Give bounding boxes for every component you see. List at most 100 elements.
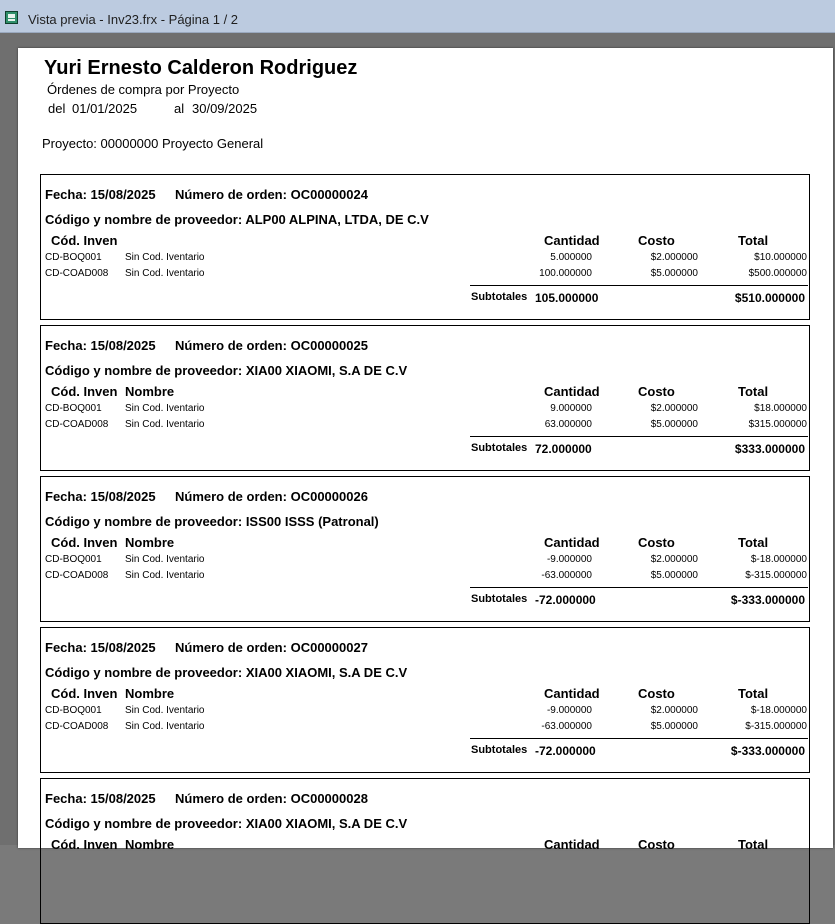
order-date: Fecha: 15/08/2025 — [45, 640, 156, 655]
order-block: Fecha: 15/08/2025 Número de orden: OC0000… — [40, 174, 810, 320]
order-number: Número de orden: OC00000024 — [175, 187, 368, 202]
subtotal-quantity: -72.000000 — [535, 744, 596, 758]
date-value: 15/08/2025 — [90, 338, 156, 353]
from-date: 01/01/2025 — [72, 101, 138, 116]
col-header-code: Cód. Inven — [51, 233, 118, 248]
item-total: $500.000000 — [748, 268, 807, 279]
item-total: $10.000000 — [754, 252, 807, 263]
item-total: $-18.000000 — [750, 705, 807, 716]
item-quantity: -63.000000 — [541, 721, 592, 732]
col-header-code: Cód. Inven — [51, 384, 118, 399]
item-total: $315.000000 — [748, 419, 807, 430]
item-quantity: 9.000000 — [550, 403, 592, 414]
order-date: Fecha: 15/08/2025 — [45, 791, 156, 806]
window-titlebar[interactable]: Vista previa - Inv23.frx - Página 1 / 2 — [0, 0, 835, 33]
subtotal-divider — [470, 285, 808, 286]
order-number: Número de orden: OC00000027 — [175, 640, 368, 655]
subtotal-total: $-333.000000 — [730, 744, 805, 758]
date-value: 15/08/2025 — [90, 187, 156, 202]
subtotal-total: $-333.000000 — [730, 593, 805, 607]
subtotal-label: Subtotales — [471, 291, 528, 303]
supplier-label: Código y nombre de proveedor: — [45, 212, 243, 227]
order-number-label: Número de orden: — [175, 489, 287, 504]
item-total: $-315.000000 — [745, 721, 807, 732]
order-number-value: OC00000024 — [290, 187, 368, 202]
subtotal-label: Subtotales — [471, 744, 528, 756]
report-subtitle: Órdenes de compra por Proyecto — [47, 82, 240, 97]
date-value: 15/08/2025 — [90, 640, 156, 655]
item-cost: $5.000000 — [650, 268, 698, 279]
item-quantity: -9.000000 — [546, 554, 592, 565]
report-page: Yuri Ernesto Calderon Rodriguez Órdenes … — [18, 48, 833, 924]
from-label: del — [48, 101, 66, 116]
col-header-quantity: Cantidad — [544, 535, 600, 550]
supplier-line: Código y nombre de proveedor: XIA00 XIAO… — [45, 363, 407, 378]
item-code: CD-BOQ001 — [45, 705, 102, 716]
item-cost: $5.000000 — [650, 570, 698, 581]
supplier-line: Código y nombre de proveedor: XIA00 XIAO… — [45, 816, 407, 831]
report-company: Yuri Ernesto Calderon Rodriguez — [44, 57, 358, 79]
order-number-value: OC00000026 — [290, 489, 368, 504]
order-number-label: Número de orden: — [175, 187, 287, 202]
col-header-total: Total — [738, 384, 769, 399]
col-header-quantity: Cantidad — [544, 384, 600, 399]
col-header-cost: Costo — [638, 535, 675, 550]
order-number-label: Número de orden: — [175, 338, 287, 353]
col-header-code: Cód. Inven — [51, 686, 118, 701]
date-value: 15/08/2025 — [90, 791, 156, 806]
subtotal-divider — [470, 738, 808, 739]
order-block: Fecha: 15/08/2025 Número de orden: OC0000… — [40, 778, 810, 924]
item-code: CD-BOQ001 — [45, 554, 102, 565]
supplier-line: Código y nombre de proveedor: ALP00 ALPI… — [45, 212, 429, 227]
supplier-label: Código y nombre de proveedor: — [45, 363, 243, 378]
supplier-line: Código y nombre de proveedor: XIA00 XIAO… — [45, 665, 407, 680]
col-header-code: Cód. Inven — [51, 535, 118, 550]
item-name: Sin Cod. Iventario — [125, 403, 205, 414]
date-value: 15/08/2025 — [90, 489, 156, 504]
to-label: al — [174, 101, 185, 116]
item-quantity: 100.000000 — [539, 268, 592, 279]
col-header-name: Nombre — [125, 686, 175, 701]
item-cost: $2.000000 — [650, 554, 698, 565]
order-number-value: OC00000027 — [290, 640, 368, 655]
subtotal-label: Subtotales — [471, 442, 528, 454]
item-quantity: 5.000000 — [550, 252, 592, 263]
item-name: Sin Cod. Iventario — [125, 705, 205, 716]
item-name: Sin Cod. Iventario — [125, 570, 205, 581]
table-row: CD-COAD008 Sin Cod. Iventario -63.000000 $5… — [41, 570, 809, 586]
table-row: CD-BOQ001 Sin Cod. Iventario 5.000000 $2.00… — [41, 252, 809, 268]
table-row: CD-BOQ001 Sin Cod. Iventario 9.000000 $2.00… — [41, 403, 809, 419]
subtotal-label: Subtotales — [471, 593, 528, 605]
order-number-value: OC00000025 — [290, 338, 368, 353]
supplier-label: Código y nombre de proveedor: — [45, 816, 243, 831]
supplier-label: Código y nombre de proveedor: — [45, 665, 243, 680]
supplier-line: Código y nombre de proveedor: ISS00 ISSS… — [45, 514, 379, 529]
order-block: Fecha: 15/08/2025 Número de orden: OC0000… — [40, 476, 810, 622]
item-code: CD-COAD008 — [45, 570, 109, 581]
item-code: CD-COAD008 — [45, 268, 109, 279]
order-number: Número de orden: OC00000026 — [175, 489, 368, 504]
col-header-name: Nombre — [125, 384, 175, 399]
item-name: Sin Cod. Iventario — [125, 252, 205, 263]
supplier-value: XIA00 XIAOMI, S.A DE C.V — [245, 363, 408, 378]
supplier-value: ALP00 ALPINA, LTDA, DE C.V — [245, 212, 429, 227]
order-date: Fecha: 15/08/2025 — [45, 489, 156, 504]
subtotal-total: $510.000000 — [734, 291, 805, 305]
order-block: Fecha: 15/08/2025 Número de orden: OC0000… — [40, 325, 810, 471]
preview-area[interactable]: Yuri Ernesto Calderon Rodriguez Órdenes … — [0, 33, 835, 924]
item-cost: $2.000000 — [650, 252, 698, 263]
table-row: CD-COAD008 Sin Cod. Iventario -63.000000 $5… — [41, 721, 809, 737]
table-row: CD-COAD008 Sin Cod. Iventario 63.000000 $5.… — [41, 419, 809, 435]
col-header-total: Total — [738, 535, 769, 550]
order-number-label: Número de orden: — [175, 640, 287, 655]
item-code: CD-COAD008 — [45, 419, 109, 430]
date-label: Fecha: — [45, 338, 87, 353]
date-label: Fecha: — [45, 791, 87, 806]
table-row: CD-COAD008 Sin Cod. Iventario 100.000000 $5… — [41, 268, 809, 284]
supplier-label: Código y nombre de proveedor: — [45, 514, 243, 529]
item-total: $-315.000000 — [745, 570, 807, 581]
subtotal-quantity: -72.000000 — [535, 593, 596, 607]
order-block: Fecha: 15/08/2025 Número de orden: OC0000… — [40, 627, 810, 773]
item-total: $18.000000 — [754, 403, 807, 414]
subtotal-divider — [470, 587, 808, 588]
